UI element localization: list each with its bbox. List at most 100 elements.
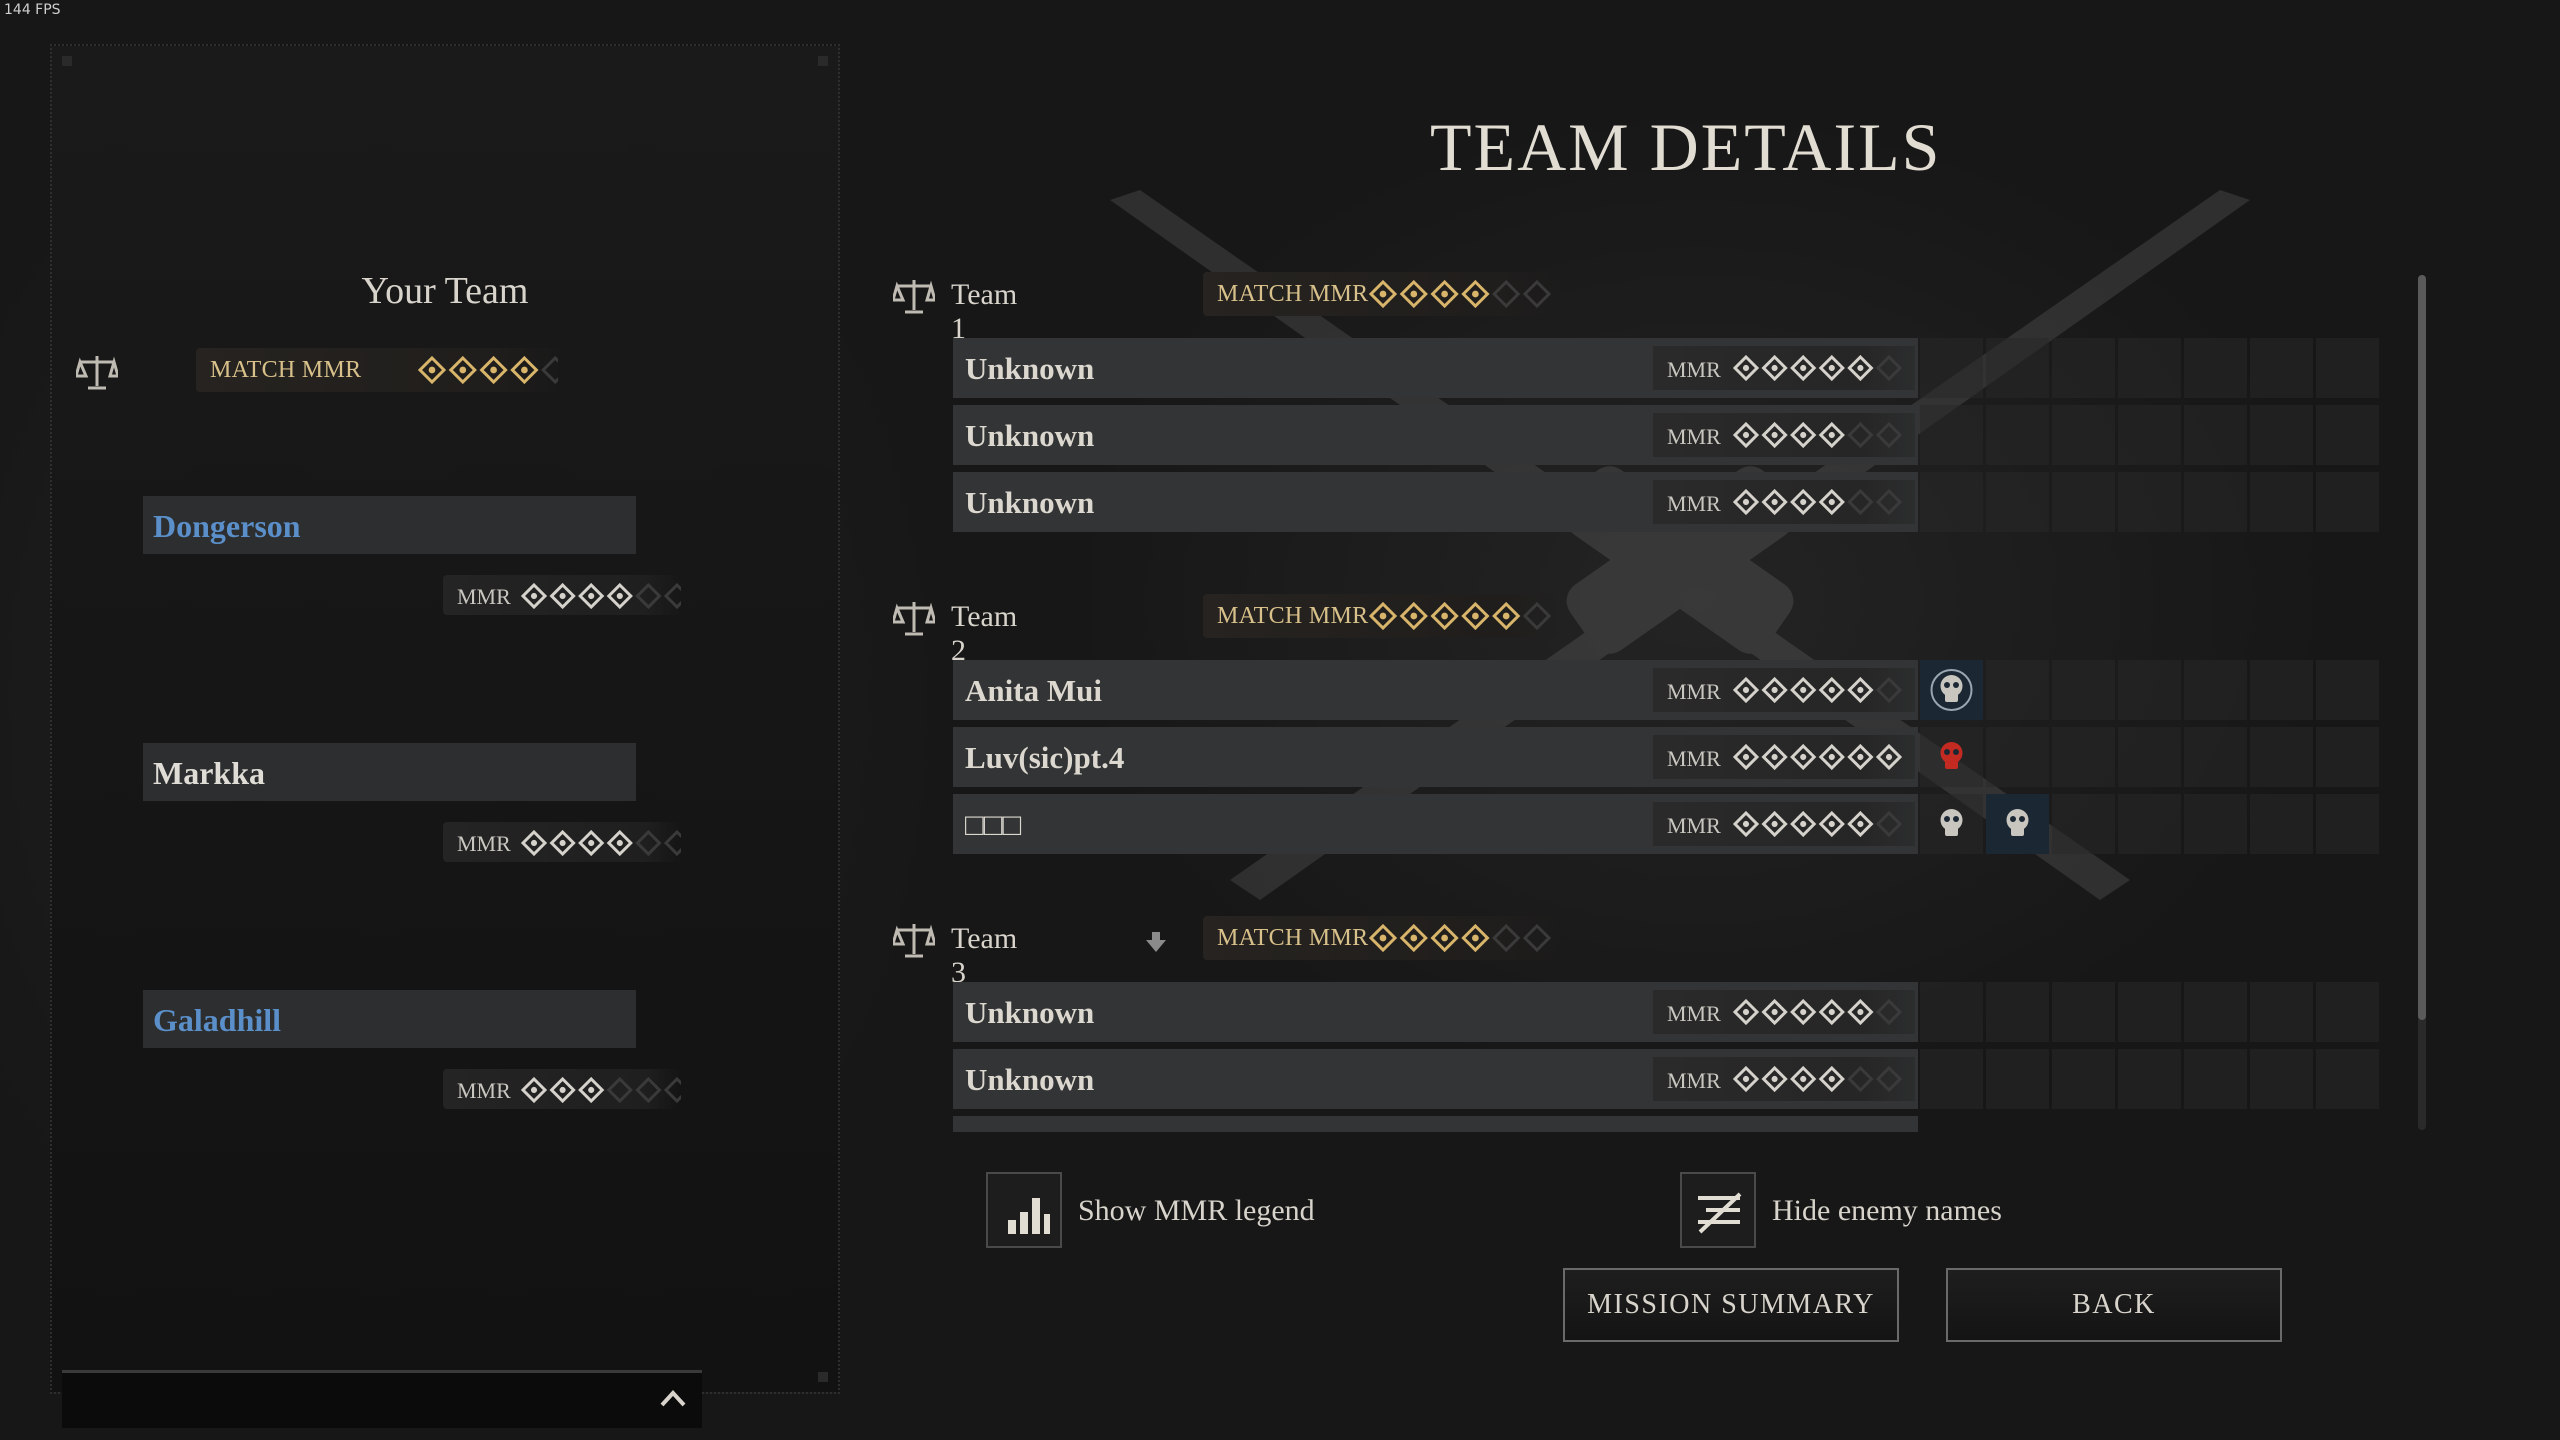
mmr-star-filled [1430,602,1459,630]
button-label: BACK [2072,1289,2156,1320]
mmr-star-filled [521,830,548,856]
your-team-player-2[interactable]: Markka [143,743,636,801]
kill-slot [2052,660,2115,720]
kill-slot [2250,794,2313,854]
toggle-label: Hide enemy names [1772,1194,2002,1227]
mmr-star-filled [1790,1066,1817,1092]
kill-slot [1920,794,1983,854]
mmr-star-empty [1875,489,1903,515]
mmr-star-empty [635,830,662,856]
match-mmr-stars [1369,602,1552,630]
player-mmr: MMR [1653,735,1915,779]
player-name: Dongerson [153,508,301,544]
mmr-star-filled [606,583,633,609]
mmr-star-empty [606,1077,633,1103]
kill-slot [1986,982,2049,1042]
team-2-player-3[interactable]: □□□ MMR [953,794,2383,854]
team-1-player-2[interactable]: Unknown MMR [953,405,2383,465]
scrollbar-thumb[interactable] [2418,275,2426,1020]
kill-slots [1920,472,2379,532]
mmr-star-filled [1761,677,1788,703]
kill-slots [1920,338,2379,398]
red-skull-icon [1940,742,1963,769]
page-title: TEAM DETAILS [1430,109,1942,185]
kill-slot [2052,405,2115,465]
team-2-player-2[interactable]: Luv(sic)pt.4 MMR [953,727,2383,787]
match-mmr-stars [418,356,558,384]
mmr-star-filled [418,356,447,384]
mmr-star-filled [1733,811,1760,837]
mmr-label: MMR [1667,357,1721,382]
mmr-star-filled [1790,744,1817,770]
kill-slot [2316,660,2379,720]
mmr-star-filled [1733,489,1760,515]
mmr-star-empty [1875,999,1903,1025]
kill-slot [2184,405,2247,465]
player-mmr: MMR [443,575,681,615]
mmr-star-filled [1369,280,1398,308]
mmr-star-empty [1875,677,1903,703]
mmr-star-filled [1847,677,1874,703]
kill-slot [2316,405,2379,465]
kill-slot [2052,727,2115,787]
mmr-star-empty [1875,355,1903,381]
kill-slot [2118,1049,2181,1109]
mmr-star-filled [1733,677,1760,703]
mmr-star-filled [1461,280,1490,308]
kill-slot [1920,338,1983,398]
match-mmr-label: MATCH MMR [1217,925,1369,951]
mmr-star-filled [1733,999,1760,1025]
mmr-star-filled [510,356,539,384]
kill-slot [2316,472,2379,532]
player-mmr: MMR [443,822,681,862]
mmr-star-filled [1790,811,1817,837]
your-team-panel: Your Team [50,44,840,1394]
mmr-star-filled [1761,355,1788,381]
kill-slot [1986,727,2049,787]
player-mmr: MMR [1653,413,1915,457]
mmr-star-filled [1818,744,1845,770]
kill-slots [1920,660,2379,720]
mmr-stars [1733,489,1903,515]
mmr-star-filled [1761,744,1788,770]
your-team-player-1[interactable]: Dongerson [143,496,636,554]
kill-slot [2118,727,2181,787]
your-team-player-3[interactable]: Galadhill [143,990,636,1048]
scrollbar[interactable] [2418,275,2426,1130]
team-3-player-1[interactable]: Unknown MMR [953,982,2383,1042]
mmr-label: MMR [1667,1068,1721,1093]
mission-summary-button[interactable]: MISSION SUMMARY [1563,1268,1899,1342]
toggle-checkbox[interactable] [1680,1172,1756,1248]
mmr-star-filled [1847,744,1874,770]
toggle-checkbox[interactable] [986,1172,1062,1248]
mmr-star-empty [1875,811,1903,837]
mmr-star-filled [549,583,576,609]
kill-slot [1986,472,2049,532]
team-3-player-2[interactable]: Unknown MMR [953,1049,2383,1109]
team-1-player-3[interactable]: Unknown MMR [953,472,2383,532]
mmr-stars [1733,999,1903,1025]
mmr-stars [521,583,681,609]
mmr-star-filled [1761,1066,1788,1092]
team-2-player-1[interactable]: Anita Mui MMR [953,660,2383,720]
chevron-up-icon[interactable] [658,1383,688,1413]
player-mmr: MMR [443,1069,681,1109]
kill-slot [1986,338,2049,398]
team-3-player-3-partial[interactable] [953,1116,2383,1132]
mmr-label: MMR [457,831,511,856]
down-arrow-icon [1146,932,1166,952]
kill-slot [2118,472,2181,532]
mmr-star-filled [1733,744,1760,770]
mmr-star-filled [1369,602,1398,630]
mmr-star-filled [1430,924,1459,952]
kill-slot [2250,1049,2313,1109]
mmr-star-filled [1818,422,1845,448]
kill-slots [1920,1049,2379,1109]
mmr-stars [1733,355,1903,381]
player-name: Unknown [965,995,1095,1030]
mmr-star-empty [1522,602,1552,630]
player-mmr: MMR [1653,668,1915,712]
team-1-player-1[interactable]: Unknown MMR [953,338,2383,398]
chat-bar[interactable] [62,1370,702,1428]
back-button[interactable]: BACK [1946,1268,2282,1342]
